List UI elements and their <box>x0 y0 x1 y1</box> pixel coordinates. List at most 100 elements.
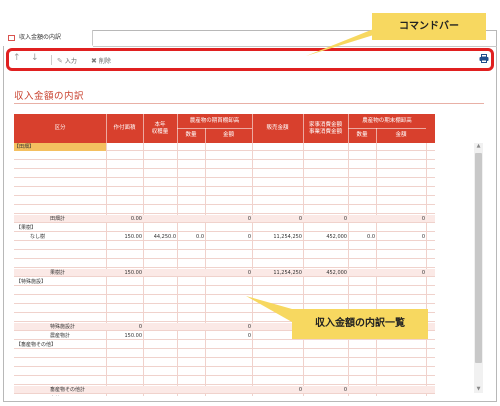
table-cell <box>178 368 204 376</box>
table-row[interactable] <box>14 152 435 160</box>
table-cell <box>304 251 347 259</box>
table-row[interactable]: 果樹計 150.00 0 11,254,250 452,000 0 <box>14 269 435 277</box>
table-cell: 農産物計 <box>50 333 71 339</box>
table-cell <box>144 260 176 268</box>
table-cell: 0 <box>298 387 302 393</box>
table-cell <box>107 368 142 376</box>
callout-list: 収入金額の内訳一覧 <box>292 309 428 339</box>
table-row[interactable] <box>14 350 435 358</box>
table-row[interactable] <box>14 179 435 187</box>
table-cell <box>144 224 176 232</box>
table-row[interactable]: 【果樹】 <box>14 224 435 232</box>
table-cell <box>178 395 204 396</box>
move-up-button[interactable]: ↑ <box>13 53 21 63</box>
table-cell <box>178 206 204 214</box>
table-cell <box>178 170 204 178</box>
scroll-up-icon[interactable]: ▲ <box>475 143 482 150</box>
table-row[interactable]: 畜産物その他計 0 0 <box>14 386 435 394</box>
table-cell <box>107 395 142 396</box>
input-button[interactable]: ✎ 入力 <box>57 56 77 66</box>
table-cell: 畜産物その他計 <box>50 387 86 393</box>
col-area: 作付面積 <box>113 125 136 131</box>
table-cell: 0 <box>247 234 251 240</box>
table-cell <box>377 368 425 376</box>
table-row[interactable]: 合計 11,254,250452,000 <box>14 395 435 396</box>
table-cell <box>16 305 104 313</box>
print-button[interactable] <box>479 54 489 63</box>
table-cell <box>349 161 375 169</box>
table-row[interactable] <box>14 197 435 205</box>
table-cell <box>16 368 104 376</box>
table-cell <box>304 170 347 178</box>
table-cell <box>144 296 176 304</box>
table-row[interactable] <box>14 206 435 214</box>
move-down-button[interactable]: ↓ <box>31 53 39 63</box>
table-row[interactable] <box>14 251 435 259</box>
table-cell <box>253 161 302 169</box>
table-row[interactable] <box>14 242 435 250</box>
table-row[interactable] <box>14 296 435 304</box>
table-cell: 【畜産物その他】 <box>16 342 57 348</box>
scrollbar-thumb[interactable] <box>475 153 482 363</box>
scroll-down-icon[interactable]: ▼ <box>475 386 482 393</box>
table-cell: 150.00 <box>124 270 143 276</box>
table-cell <box>377 188 425 196</box>
delete-button[interactable]: ✖ 削除 <box>91 56 111 66</box>
col-close-qty: 数量 <box>356 132 368 138</box>
table-row[interactable]: なし樹 150.00 44,250.0 0.0 0 11,254,250 452,000 0.… <box>14 233 435 241</box>
table-row[interactable] <box>14 368 435 376</box>
table-cell <box>144 269 176 277</box>
table-cell <box>107 143 142 151</box>
table-cell <box>304 341 347 349</box>
table-row[interactable] <box>14 188 435 196</box>
table-cell <box>178 152 204 160</box>
table-row[interactable]: 田畑計 0.00 0 0 0 0 <box>14 215 435 223</box>
table-row[interactable] <box>14 377 435 385</box>
table-row[interactable] <box>14 170 435 178</box>
table-cell <box>206 251 251 259</box>
table-cell <box>253 278 302 286</box>
table-cell <box>178 323 204 331</box>
table-cell <box>178 350 204 358</box>
table-cell <box>107 287 142 295</box>
table-cell <box>253 224 302 232</box>
table-cell <box>304 377 347 385</box>
table-row[interactable] <box>14 260 435 268</box>
table-cell <box>206 287 251 295</box>
table-cell <box>178 179 204 187</box>
tab-income-breakdown[interactable]: 収入金額の内訳 <box>3 30 93 46</box>
table-cell <box>253 152 302 160</box>
table-cell <box>206 260 251 268</box>
table-cell <box>349 386 375 394</box>
printer-icon <box>479 54 489 63</box>
table-cell <box>206 170 251 178</box>
table-cell <box>253 341 302 349</box>
table-cell <box>178 197 204 205</box>
table-cell: 452,000 <box>326 234 347 240</box>
table-cell <box>206 341 251 349</box>
col-open-qty: 数量 <box>185 132 197 138</box>
table-cell <box>144 278 176 286</box>
table-cell <box>377 386 425 394</box>
table-cell <box>178 314 204 322</box>
table-row[interactable]: 【特殊施設】 <box>14 278 435 286</box>
table-cell <box>178 278 204 286</box>
table-row[interactable]: 【田畑】 <box>14 143 435 151</box>
table-cell <box>304 161 347 169</box>
table-cell <box>107 314 142 322</box>
table-cell <box>349 260 375 268</box>
table-row[interactable]: 【畜産物その他】 <box>14 341 435 349</box>
table-cell: 11,254,250 <box>273 234 302 240</box>
table-row[interactable] <box>14 287 435 295</box>
table-cell <box>377 152 425 160</box>
table-cell <box>206 197 251 205</box>
table-cell <box>253 242 302 250</box>
vertical-scrollbar[interactable]: ▲ ▼ <box>474 143 483 393</box>
table-cell: 0 <box>138 324 142 330</box>
table-cell: 11,254,250 <box>253 395 302 396</box>
table-row[interactable] <box>14 359 435 367</box>
table-cell <box>377 296 425 304</box>
document-icon <box>8 35 15 41</box>
table-cell <box>178 251 204 259</box>
table-row[interactable] <box>14 161 435 169</box>
